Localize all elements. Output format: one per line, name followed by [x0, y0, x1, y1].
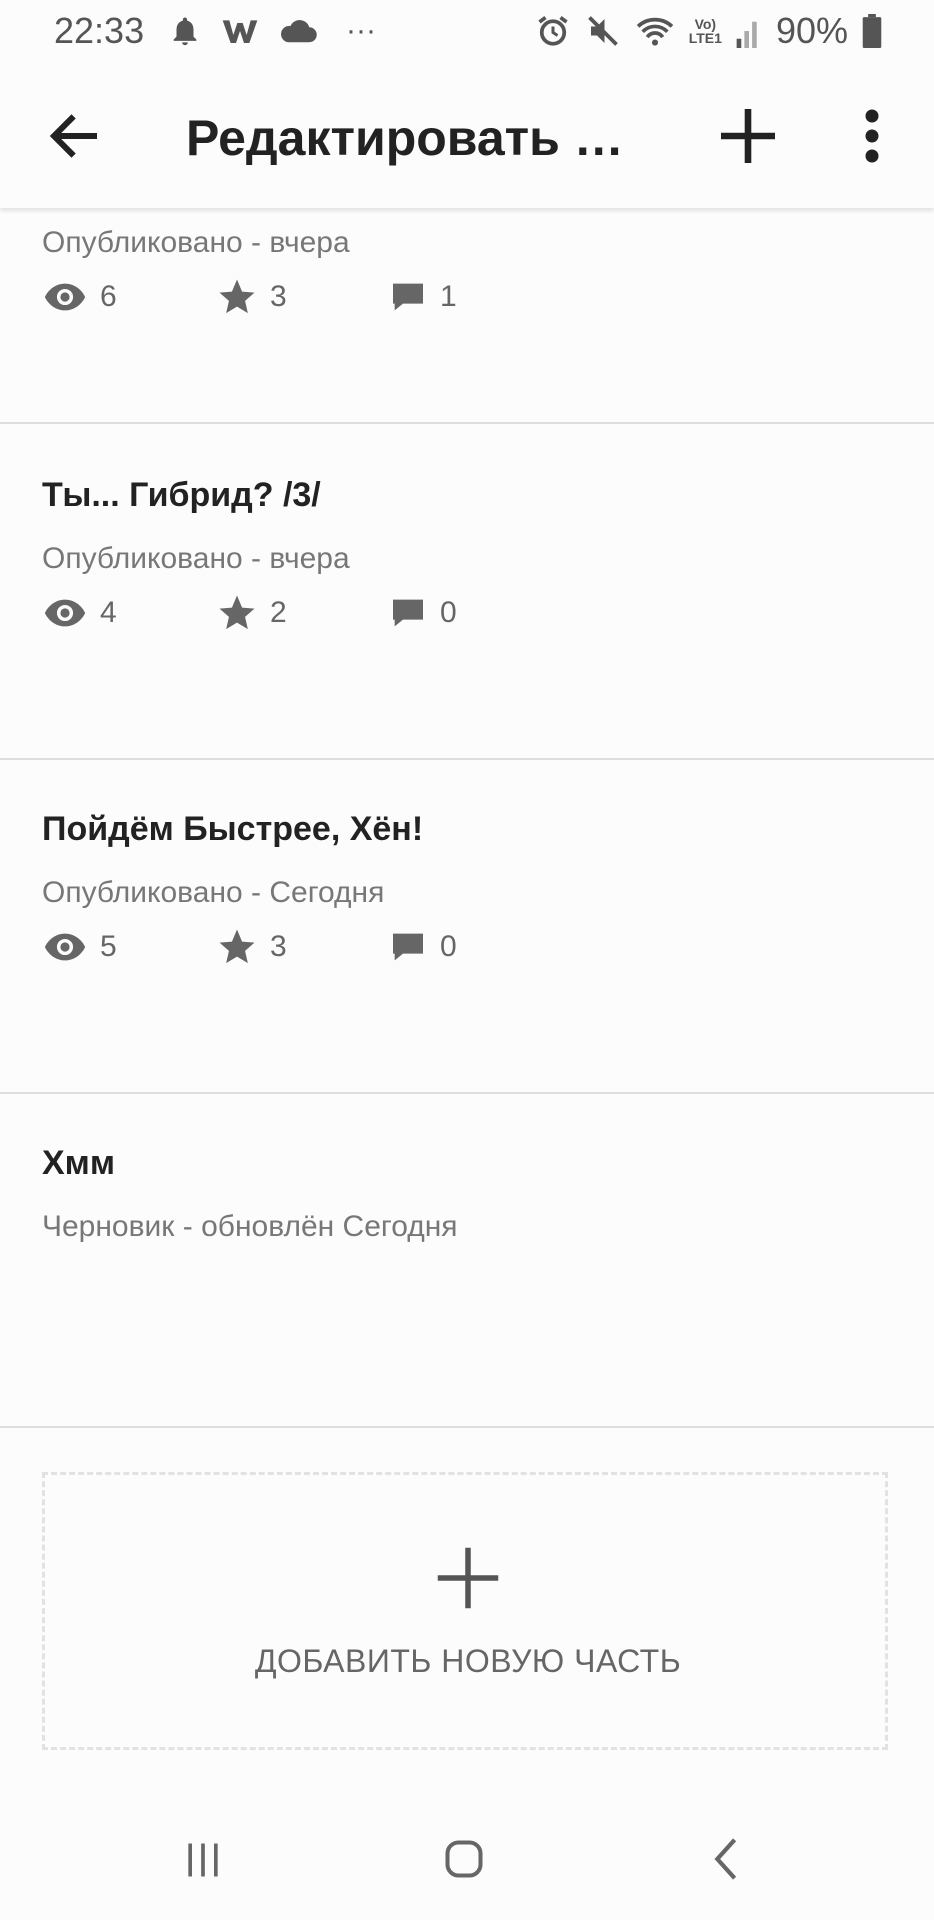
votes-stat: 2 — [216, 590, 287, 636]
votes-stat: 3 — [216, 274, 287, 320]
add-button[interactable] — [712, 100, 784, 172]
views-count: 5 — [100, 930, 117, 963]
views-count: 4 — [100, 596, 117, 629]
eye-icon — [44, 933, 86, 961]
part-status: Черновик - обновлён Сегодня — [42, 1210, 458, 1243]
part-stats: 5 3 0 — [42, 924, 542, 970]
comment-icon — [393, 599, 423, 627]
comment-icon — [393, 933, 423, 961]
comment-icon — [393, 283, 423, 311]
more-vert-icon — [865, 109, 879, 163]
views-stat: 5 — [42, 924, 117, 970]
star-icon — [219, 595, 255, 630]
back-icon[interactable] — [710, 1836, 740, 1882]
part-stats: 6 3 1 — [42, 274, 542, 320]
add-new-part-label: ДОБАВИТЬ НОВУЮ ЧАСТЬ — [254, 1643, 682, 1679]
comments-stat: 0 — [388, 590, 457, 636]
add-new-part-button[interactable]: ДОБАВИТЬ НОВУЮ ЧАСТЬ — [42, 1472, 888, 1750]
part-status: Опубликовано - Сегодня — [42, 876, 385, 909]
comments-count: 0 — [440, 596, 457, 629]
part-status: Опубликовано - вчера — [42, 226, 350, 259]
part-title: Хмм — [42, 1144, 115, 1182]
views-count: 6 — [100, 280, 117, 313]
comments-count: 0 — [440, 930, 457, 963]
app-bar: Редактировать и... — [0, 64, 934, 208]
add-icon — [721, 109, 775, 163]
part-item[interactable]: Хмм Черновик - обновлён Сегодня — [0, 1092, 934, 1428]
part-item[interactable]: Пойдём Быстрее, Хён! Опубликовано - Сего… — [0, 758, 934, 1094]
more-options-button[interactable] — [852, 106, 892, 166]
page-title: Редактировать и... — [186, 110, 646, 166]
star-icon — [219, 929, 255, 964]
part-title: Ты... Гибрид? /3/ — [42, 476, 321, 514]
eye-icon — [44, 283, 86, 311]
votes-stat: 3 — [216, 924, 287, 970]
system-nav-bar — [0, 1800, 934, 1920]
comments-stat: 1 — [388, 274, 457, 320]
back-arrow-icon — [49, 114, 97, 158]
part-stats: 4 2 0 — [42, 590, 542, 636]
plus-icon — [437, 1547, 499, 1609]
home-icon[interactable] — [442, 1836, 486, 1882]
comments-stat: 0 — [388, 924, 457, 970]
votes-count: 3 — [270, 930, 287, 963]
eye-icon — [44, 599, 86, 627]
star-icon — [219, 279, 255, 314]
views-stat: 4 — [42, 590, 117, 636]
comments-count: 1 — [440, 280, 457, 313]
part-status: Опубликовано - вчера — [42, 542, 350, 575]
votes-count: 2 — [270, 596, 287, 629]
views-stat: 6 — [42, 274, 117, 320]
part-title: Пойдём Быстрее, Хён! — [42, 810, 424, 848]
recent-apps-icon[interactable] — [180, 1838, 226, 1882]
back-button[interactable] — [44, 106, 104, 166]
part-item[interactable]: Ты... Гибрид? /3/ Опубликовано - вчера 4… — [0, 424, 934, 760]
votes-count: 3 — [270, 280, 287, 313]
